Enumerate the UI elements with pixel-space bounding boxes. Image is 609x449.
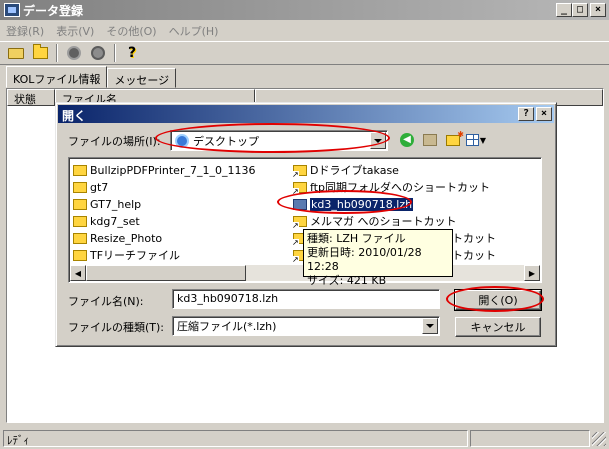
chevron-down-icon (374, 138, 382, 143)
new-folder-button[interactable] (443, 130, 464, 149)
app-icon (4, 3, 20, 17)
location-value: デスクトップ (193, 134, 259, 148)
dialog-close-button[interactable]: × (536, 107, 552, 121)
arrow-left-icon: ◀ (74, 268, 82, 278)
window-controls: _ □ × (556, 3, 606, 17)
list-item[interactable]: Dドライブtakase (292, 162, 399, 179)
view-menu-button[interactable]: ▼ (466, 131, 486, 149)
tooltip-type: 種類: LZH ファイル (307, 232, 406, 245)
list-item[interactable]: kdg7_set (73, 213, 140, 229)
dialog-window-controls: ? × (518, 107, 552, 121)
folder-icon (73, 232, 87, 244)
list-item[interactable]: Resize_Photo (73, 230, 162, 246)
lzh-file-icon (293, 198, 307, 210)
help-icon: ? (127, 45, 137, 61)
help-button[interactable]: ? (122, 44, 142, 62)
disc-alt-button[interactable] (88, 44, 108, 62)
open-dialog: 開く ? × ファイルの場所(I): デスクトップ ◀ ▼ BullzipPDF… (55, 102, 557, 347)
tab-kol-file-info[interactable]: KOLファイル情報 (6, 66, 108, 88)
file-info-tooltip: 種類: LZH ファイル 更新日時: 2010/01/28 12:28 サイズ:… (303, 229, 453, 287)
dialog-help-button[interactable]: ? (518, 107, 534, 121)
disc-alt-icon (91, 46, 105, 60)
up-folder-icon (423, 134, 437, 146)
desktop-icon (175, 133, 189, 148)
chevron-down-icon: ▼ (479, 135, 486, 145)
folder-shortcut-icon (292, 164, 307, 179)
main-titlebar: データ登録 _ □ × (0, 0, 609, 20)
up-folder-button[interactable] (420, 131, 440, 149)
status-text: ﾚﾃﾞｨ (3, 430, 468, 447)
disc-button[interactable] (64, 44, 84, 62)
tooltip-size: サイズ: 421 KB (307, 274, 387, 287)
resize-grip[interactable] (592, 431, 606, 446)
window-title: データ登録 (23, 3, 84, 18)
folder-icon (73, 198, 87, 210)
folder-shortcut-icon (292, 215, 307, 230)
menu-help[interactable]: ヘルプ(H) (169, 23, 219, 39)
filename-label: ファイル名(N): (68, 295, 144, 308)
minimize-button[interactable]: _ (556, 3, 572, 17)
menu-other[interactable]: その他(O) (106, 23, 156, 39)
location-select[interactable]: デスクトップ (170, 130, 388, 151)
tab-strip: KOLファイル情報 メッセージ (6, 66, 177, 88)
filetype-dropdown-button[interactable] (422, 318, 438, 334)
cancel-button[interactable]: キャンセル (455, 317, 541, 337)
scroll-thumb[interactable] (86, 265, 246, 281)
filetype-value: 圧縮ファイル(*.lzh) (177, 320, 277, 333)
folder-button[interactable] (30, 44, 50, 62)
scroll-right-button[interactable]: ▶ (524, 265, 540, 281)
filename-input[interactable]: kd3_hb090718.lzh (172, 289, 440, 309)
dialog-titlebar: 開く ? × (58, 105, 554, 123)
list-item[interactable]: TFリーチファイル (73, 247, 180, 263)
open-button[interactable] (6, 44, 26, 62)
folder-icon (73, 249, 87, 261)
view-icon (466, 134, 479, 146)
dialog-nav-toolbar: ◀ ▼ (397, 130, 489, 149)
list-item[interactable]: ftp同期フォルダへのショートカット (292, 179, 490, 196)
menu-register[interactable]: 登録(R) (6, 23, 44, 39)
close-button[interactable]: × (590, 3, 606, 17)
filetype-select[interactable]: 圧縮ファイル(*.lzh) (172, 316, 440, 336)
menubar: 登録(R) 表示(V) その他(O) ヘルプ(H) (0, 21, 609, 40)
toolbar-separator (114, 44, 116, 62)
location-dropdown-button[interactable] (370, 132, 386, 149)
list-item[interactable]: メルマガ へのショートカット (292, 213, 457, 230)
folder-icon (73, 215, 87, 227)
list-item[interactable]: gt7 (73, 179, 108, 195)
list-item[interactable]: GT7_help (73, 196, 141, 212)
folder-icon (73, 181, 87, 193)
toolbar: ? (0, 41, 609, 65)
filetype-label: ファイルの種類(T): (68, 321, 165, 334)
folder-shortcut-icon (292, 181, 307, 196)
tab-message[interactable]: メッセージ (107, 68, 177, 88)
menu-view[interactable]: 表示(V) (56, 23, 94, 39)
location-label: ファイルの場所(I): (68, 135, 161, 148)
column-header-state[interactable]: 状態 (7, 89, 55, 106)
new-folder-icon (446, 130, 464, 146)
arrow-right-icon: ▶ (528, 268, 536, 278)
folder-icon (73, 164, 87, 176)
list-item-selected[interactable]: kd3_hb090718.lzh (293, 196, 414, 212)
status-panel (470, 430, 590, 447)
back-button[interactable]: ◀ (397, 131, 417, 149)
folder-icon (32, 44, 48, 59)
open-folder-icon (8, 47, 24, 59)
open-button[interactable]: 開く(O) (454, 289, 542, 311)
scroll-left-button[interactable]: ◀ (70, 265, 86, 281)
back-arrow-icon: ◀ (400, 133, 414, 147)
dialog-title: 開く (62, 109, 87, 123)
disc-icon (67, 46, 81, 60)
chevron-down-icon (426, 324, 434, 328)
tooltip-modified: 更新日時: 2010/01/28 12:28 (307, 246, 422, 273)
toolbar-separator (56, 44, 58, 62)
maximize-button[interactable]: □ (572, 3, 588, 17)
list-item[interactable]: BullzipPDFPrinter_7_1_0_1136 (73, 162, 255, 178)
statusbar: ﾚﾃﾞｨ (0, 428, 609, 449)
